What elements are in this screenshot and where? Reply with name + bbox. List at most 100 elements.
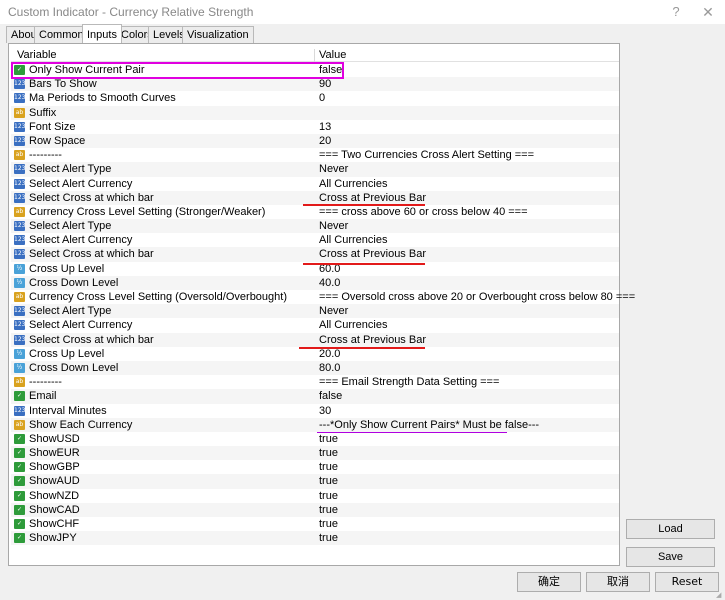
red-underline-annotation bbox=[303, 204, 425, 206]
parameter-value[interactable]: false bbox=[319, 63, 342, 77]
save-button[interactable]: Save bbox=[626, 547, 715, 567]
parameter-value[interactable]: 80.0 bbox=[319, 361, 340, 375]
table-row[interactable]: ✓ ShowCHF true bbox=[11, 517, 619, 531]
parameter-value[interactable]: 0 bbox=[319, 91, 325, 105]
table-row[interactable]: ✓ ShowUSD true bbox=[11, 432, 619, 446]
table-row[interactable]: 123 Font Size 13 bbox=[11, 120, 619, 134]
parameter-value[interactable]: === Oversold cross above 20 or Overbough… bbox=[319, 290, 635, 304]
table-row[interactable]: ✓ ShowGBP true bbox=[11, 460, 619, 474]
table-row[interactable]: ½ Cross Down Level 40.0 bbox=[11, 275, 619, 290]
bool-icon: ✓ bbox=[14, 504, 25, 515]
resize-grip-icon[interactable]: ◢ bbox=[716, 592, 724, 600]
parameter-name: ShowCAD bbox=[29, 503, 80, 516]
parameter-value[interactable]: 30 bbox=[319, 404, 331, 418]
parameter-value[interactable]: 20 bbox=[319, 134, 331, 148]
parameter-name: Select Alert Type bbox=[29, 305, 112, 318]
parameter-value[interactable]: false bbox=[319, 389, 342, 403]
bool-icon: ✓ bbox=[14, 433, 25, 444]
parameter-name: ShowGBP bbox=[29, 461, 80, 474]
column-divider[interactable] bbox=[314, 49, 315, 62]
parameter-name: Select Alert Currency bbox=[29, 319, 133, 332]
parameter-value[interactable]: true bbox=[319, 432, 338, 446]
parameter-name: Select Cross at which bar bbox=[29, 191, 154, 204]
help-button[interactable]: ? bbox=[662, 2, 690, 22]
tab-visualization[interactable]: Visualization bbox=[182, 26, 254, 43]
table-row[interactable]: ab Currency Cross Level Setting (Stronger… bbox=[11, 205, 619, 219]
double-icon: ½ bbox=[14, 263, 25, 274]
parameter-value[interactable]: true bbox=[319, 517, 338, 531]
int-icon: 123 bbox=[14, 405, 26, 416]
parameter-name: Font Size bbox=[29, 120, 76, 133]
table-row[interactable]: ✓ ShowJPY true bbox=[11, 531, 619, 546]
parameter-name: Bars To Show bbox=[29, 78, 97, 91]
ok-button[interactable]: 确定 bbox=[517, 572, 581, 592]
table-row[interactable]: 123 Row Space 20 bbox=[11, 133, 619, 149]
tab-common[interactable]: Common bbox=[34, 26, 89, 43]
parameter-value[interactable]: 90 bbox=[319, 77, 331, 91]
parameter-name: ShowUSD bbox=[29, 432, 80, 445]
parameter-name: ShowAUD bbox=[29, 475, 80, 488]
table-row[interactable]: ✓ ShowAUD true bbox=[11, 474, 619, 489]
tab-inputs[interactable]: Inputs bbox=[82, 24, 122, 43]
parameter-name: Cross Up Level bbox=[29, 262, 105, 275]
table-row[interactable]: 123 Select Alert Currency All Currencies bbox=[11, 233, 619, 247]
parameter-value[interactable]: true bbox=[319, 460, 338, 474]
table-row[interactable]: ✓ Only Show Current Pair false bbox=[11, 63, 619, 77]
parameter-value[interactable]: true bbox=[319, 531, 338, 545]
parameter-value[interactable]: Never bbox=[319, 304, 348, 318]
column-header-variable[interactable]: Variable bbox=[17, 49, 57, 62]
parameter-value[interactable]: true bbox=[319, 503, 338, 517]
cancel-button[interactable]: 取消 bbox=[586, 572, 650, 592]
parameter-value[interactable]: === Two Currencies Cross Alert Setting =… bbox=[319, 148, 534, 162]
table-row[interactable]: 123 Select Cross at which bar Cross at Pre… bbox=[11, 332, 619, 347]
parameter-name: Only Show Current Pair bbox=[29, 64, 145, 76]
reset-button[interactable]: Reset bbox=[655, 572, 719, 592]
int-icon: 123 bbox=[14, 135, 26, 146]
table-row[interactable]: ab Suffix bbox=[11, 105, 619, 120]
table-row[interactable]: 123 Ma Periods to Smooth Curves 0 bbox=[11, 91, 619, 105]
parameter-value[interactable]: 13 bbox=[319, 120, 331, 134]
table-row[interactable]: 123 Select Alert Currency All Currencies bbox=[11, 177, 619, 191]
table-row[interactable]: 123 Select Alert Type Never bbox=[11, 162, 619, 177]
parameter-value[interactable]: Cross at Previous Bar bbox=[319, 247, 426, 261]
parameter-value[interactable]: All Currencies bbox=[319, 318, 387, 332]
table-row[interactable]: 123 Select Alert Type Never bbox=[11, 304, 619, 319]
table-row[interactable]: 123 Interval Minutes 30 bbox=[11, 404, 619, 418]
table-row[interactable]: ✓ Email false bbox=[11, 389, 619, 404]
table-row[interactable]: ab Currency Cross Level Setting (Oversold… bbox=[11, 290, 635, 304]
parameter-value[interactable]: true bbox=[319, 446, 338, 460]
bool-icon: ✓ bbox=[14, 490, 25, 501]
parameter-value[interactable]: Never bbox=[319, 162, 348, 176]
table-row[interactable]: 123 Select Cross at which bar Cross at Pre… bbox=[11, 247, 619, 262]
table-row[interactable]: ✓ ShowEUR true bbox=[11, 446, 619, 461]
table-row[interactable]: ab --------- === Two Currencies Cross Aler… bbox=[11, 148, 619, 162]
parameter-value[interactable]: Cross at Previous Bar bbox=[319, 191, 426, 205]
column-header-value[interactable]: Value bbox=[319, 49, 346, 62]
parameter-value[interactable]: === Email Strength Data Setting === bbox=[319, 375, 499, 389]
table-row[interactable]: ab Show Each Currency ---*Only Show Curren… bbox=[11, 417, 619, 432]
double-icon: ½ bbox=[14, 348, 25, 359]
enum-icon: 123 bbox=[14, 306, 26, 317]
parameter-name: Interval Minutes bbox=[29, 404, 107, 417]
table-row[interactable]: ab --------- === Email Strength Data Setti… bbox=[11, 375, 619, 389]
table-row[interactable]: 123 Select Cross at which bar Cross at Pre… bbox=[11, 190, 619, 205]
parameter-value[interactable]: true bbox=[319, 474, 338, 488]
table-row[interactable]: ½ Cross Down Level 80.0 bbox=[11, 360, 619, 376]
parameter-value[interactable]: Never bbox=[319, 219, 348, 233]
parameter-value[interactable]: All Currencies bbox=[319, 177, 387, 191]
load-button[interactable]: Load bbox=[626, 519, 715, 539]
table-row[interactable]: ✓ ShowNZD true bbox=[11, 489, 619, 503]
table-row[interactable]: 123 Select Alert Type Never bbox=[11, 219, 619, 234]
table-row[interactable]: 123 Select Alert Currency All Currencies bbox=[11, 318, 619, 332]
table-row[interactable]: 123 Bars To Show 90 bbox=[11, 77, 619, 92]
close-button[interactable]: ✕ bbox=[694, 2, 722, 22]
bool-icon: ✓ bbox=[14, 391, 25, 402]
parameter-value[interactable]: ---*Only Show Current Pairs* Must be fal… bbox=[319, 418, 539, 432]
parameter-value[interactable]: true bbox=[319, 489, 338, 503]
parameter-value[interactable]: Cross at Previous Bar bbox=[319, 333, 426, 347]
parameter-value[interactable]: === cross above 60 or cross below 40 === bbox=[319, 205, 528, 219]
parameter-value[interactable]: 40.0 bbox=[319, 276, 340, 290]
parameter-value[interactable]: All Currencies bbox=[319, 233, 387, 247]
table-row[interactable]: ✓ ShowCAD true bbox=[11, 502, 619, 517]
parameter-name: Currency Cross Level Setting (Stronger/W… bbox=[29, 205, 266, 218]
